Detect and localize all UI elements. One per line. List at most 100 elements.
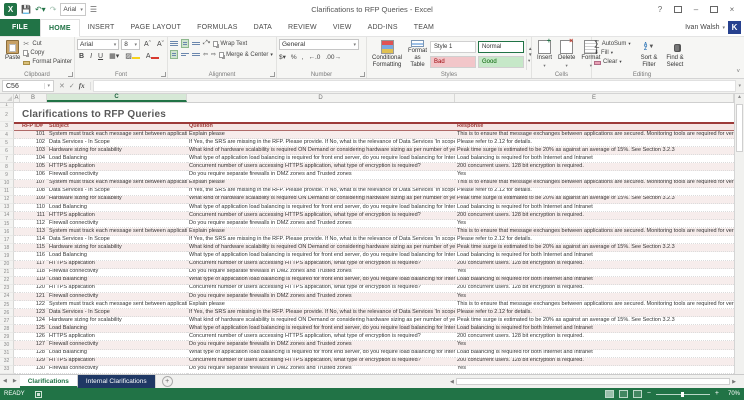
cell-rfp-id[interactable]: 121: [20, 293, 47, 301]
row-header-23[interactable]: 23: [0, 285, 14, 293]
row-header-26[interactable]: 26: [0, 309, 14, 317]
cell-question[interactable]: Explain please: [187, 131, 455, 139]
zoom-slider[interactable]: [656, 394, 710, 395]
decrease-decimal-icon[interactable]: .00→: [325, 54, 341, 61]
cell-rfp-id[interactable]: 109: [20, 196, 47, 204]
cell-question[interactable]: Do you require separate firewalls in DMZ…: [187, 366, 455, 374]
cell-response[interactable]: 200 concurrent users. 128 bit encryption…: [455, 285, 734, 293]
collapse-ribbon-icon[interactable]: ˅: [736, 69, 740, 75]
help-icon[interactable]: ?: [652, 3, 668, 17]
row-header-24[interactable]: 24: [0, 293, 14, 301]
cell-subject[interactable]: HTTPS application: [47, 285, 187, 293]
cell-question[interactable]: What type of application load balancing …: [187, 155, 455, 163]
increase-decimal-icon[interactable]: ←.0: [308, 54, 320, 61]
cell-question[interactable]: Explain please: [187, 301, 455, 309]
cell-response[interactable]: 200 concurrent users. 128 bit encryption…: [455, 212, 734, 220]
page-layout-view-icon[interactable]: [619, 390, 628, 398]
cell-subject[interactable]: Data Services - In Scope: [47, 188, 187, 196]
fill-color-icon[interactable]: ▨: [123, 52, 142, 62]
cell-response[interactable]: This is to ensure that message exchanges…: [455, 228, 734, 236]
ribbon-tab-add-ins[interactable]: ADD-INS: [360, 19, 406, 36]
restore-icon[interactable]: [706, 3, 722, 17]
column-header-B[interactable]: B: [20, 94, 47, 102]
cell-rfp-id[interactable]: 129: [20, 358, 47, 366]
undo-icon[interactable]: ↶▾: [35, 3, 46, 16]
font-color-icon[interactable]: A: [144, 52, 161, 62]
table-header-question[interactable]: Question: [187, 122, 455, 131]
cell-rfp-id[interactable]: 115: [20, 244, 47, 252]
cell-rfp-id[interactable]: 103: [20, 147, 47, 155]
cell-style-normal[interactable]: Normal: [478, 41, 524, 53]
row-header-16[interactable]: 16: [0, 228, 14, 236]
insert-function-icon[interactable]: fx: [79, 82, 85, 90]
sheet-title-cell[interactable]: Clarifications to RFP Queries: [14, 108, 734, 122]
cell-rfp-id[interactable]: 124: [20, 317, 47, 325]
font-dialog-launcher-icon[interactable]: [161, 72, 166, 77]
minimize-icon[interactable]: –: [688, 3, 704, 17]
cell-subject[interactable]: Load Balancing: [47, 155, 187, 163]
font-name-dropdown[interactable]: Arial▾: [77, 39, 119, 50]
accounting-format-icon[interactable]: $▾: [279, 53, 286, 61]
row-header-14[interactable]: 14: [0, 212, 14, 220]
cell-response[interactable]: Yes: [455, 220, 734, 228]
ribbon-tab-file[interactable]: FILE: [0, 19, 40, 36]
bold-button[interactable]: B: [77, 52, 86, 62]
save-icon[interactable]: 💾: [21, 3, 31, 16]
sheet-nav-left-icon[interactable]: ◀: [0, 375, 10, 388]
cell-subject[interactable]: HTTPS application: [47, 212, 187, 220]
cell-subject[interactable]: Firewall connectivity: [47, 341, 187, 349]
ribbon-tab-page-layout[interactable]: PAGE LAYOUT: [123, 19, 190, 36]
cell-response[interactable]: Please refer to 2.12 for details.: [455, 139, 734, 147]
cell-rfp-id[interactable]: 108: [20, 188, 47, 196]
cell-subject[interactable]: Firewall connectivity: [47, 269, 187, 277]
row-header-21[interactable]: 21: [0, 269, 14, 277]
cell-response[interactable]: This is to ensure that message exchanges…: [455, 131, 734, 139]
ribbon-tab-insert[interactable]: INSERT: [80, 19, 123, 36]
align-bottom-icon[interactable]: [192, 41, 200, 46]
row-header-31[interactable]: 31: [0, 350, 14, 358]
align-top-icon[interactable]: [170, 40, 178, 47]
sheet-tab-clarifications[interactable]: Clarifications: [20, 375, 78, 388]
cell-response[interactable]: 200 concurrent users. 128 bit encryption…: [455, 358, 734, 366]
sheet-nav-right-icon[interactable]: ▶: [10, 375, 20, 388]
cell-rfp-id[interactable]: 117: [20, 261, 47, 269]
zoom-in-icon[interactable]: +: [715, 390, 719, 398]
fill-button[interactable]: ⬇Fill▾: [594, 49, 636, 57]
cell-subject[interactable]: HTTPS application: [47, 261, 187, 269]
cell-question[interactable]: Explain please: [187, 228, 455, 236]
cell-response[interactable]: Load balancing is required for both Inte…: [455, 155, 734, 163]
row-header-28[interactable]: 28: [0, 325, 14, 333]
wrap-text-button[interactable]: Wrap Text: [213, 40, 247, 48]
cell-rfp-id[interactable]: 111: [20, 212, 47, 220]
cell-response[interactable]: This is to ensure that message exchanges…: [455, 180, 734, 188]
cell-rfp-id[interactable]: 113: [20, 228, 47, 236]
cell-question[interactable]: If Yes, the SRS are missing in the RFP. …: [187, 309, 455, 317]
cell-response[interactable]: This is to ensure that message exchanges…: [455, 301, 734, 309]
cell-question[interactable]: What kind of hardware scalability is req…: [187, 147, 455, 155]
cell-question[interactable]: Concurrent number of users accessing HTT…: [187, 333, 455, 341]
cell-subject[interactable]: Hardware sizing for scalability: [47, 244, 187, 252]
qat-extra-icon[interactable]: ☰: [90, 3, 97, 16]
cell-question[interactable]: Do you require separate firewalls in DMZ…: [187, 171, 455, 179]
grow-font-icon[interactable]: Aˆ: [142, 40, 153, 50]
clipboard-dialog-launcher-icon[interactable]: [68, 72, 73, 77]
sheet-tab-internal-clarifications[interactable]: Internal Clarifications: [78, 375, 156, 388]
zoom-out-icon[interactable]: −: [647, 390, 651, 398]
cut-button[interactable]: ✂Cut: [23, 40, 72, 48]
cell-rfp-id[interactable]: 126: [20, 333, 47, 341]
cell-question[interactable]: What type of application load balancing …: [187, 350, 455, 358]
cell-rfp-id[interactable]: 102: [20, 139, 47, 147]
vertical-scroll-thumb[interactable]: [736, 104, 743, 152]
row-header-8[interactable]: 8: [0, 163, 14, 171]
ribbon-tab-view[interactable]: VIEW: [325, 19, 360, 36]
cell-question[interactable]: What type of application load balancing …: [187, 277, 455, 285]
row-header-2[interactable]: 2: [0, 108, 14, 122]
normal-view-icon[interactable]: [605, 390, 614, 398]
ribbon-tab-team[interactable]: TEAM: [406, 19, 442, 36]
cell-rfp-id[interactable]: 123: [20, 309, 47, 317]
cell-question[interactable]: Do you require separate firewalls in DMZ…: [187, 293, 455, 301]
cell-response[interactable]: Peak time surge is estimated to be 20% a…: [455, 196, 734, 204]
row-header-13[interactable]: 13: [0, 204, 14, 212]
new-sheet-button[interactable]: +: [162, 376, 173, 387]
cell-rfp-id[interactable]: 106: [20, 171, 47, 179]
